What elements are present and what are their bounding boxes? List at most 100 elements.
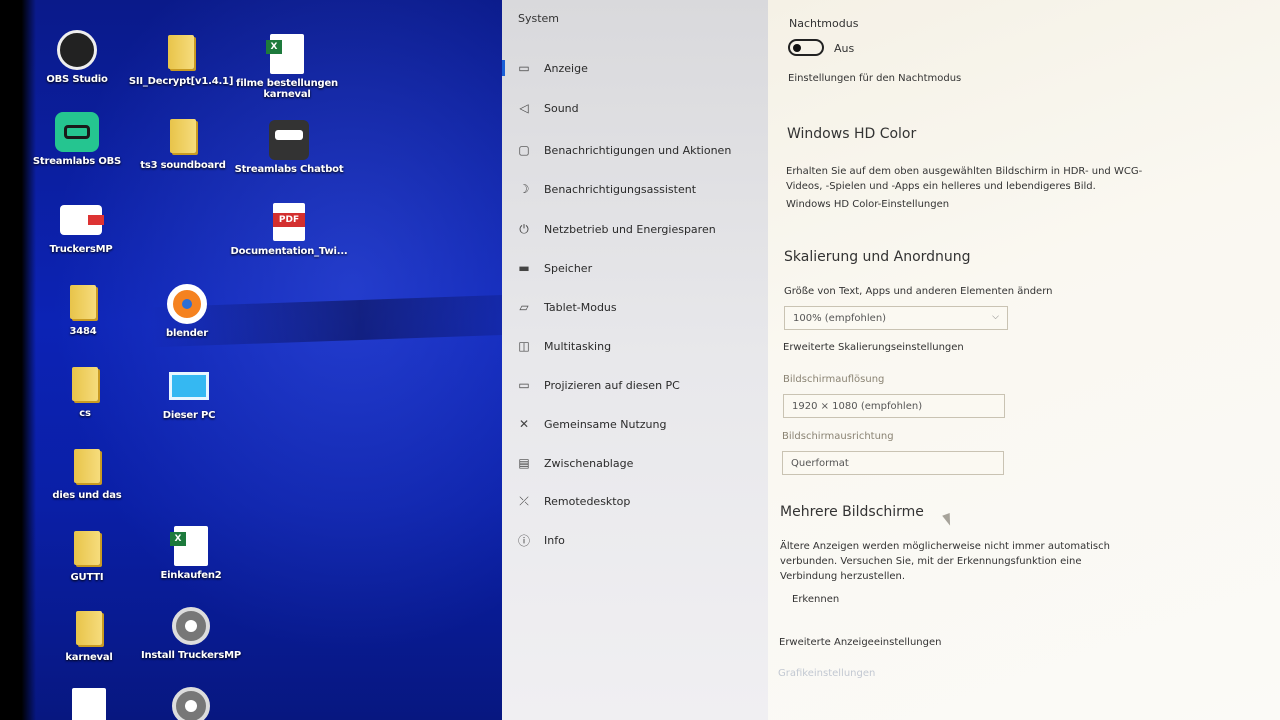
- resolution-label: Bildschirmauflösung: [783, 374, 885, 385]
- desktop-icon-filme-bestellungen[interactable]: X filme bestellungen karneval: [232, 32, 342, 100]
- scaling-dropdown[interactable]: 100% (empfohlen) ⌵: [784, 306, 1008, 330]
- nav-item-zwischenablage[interactable]: ▤ Zwischenablage: [502, 447, 768, 479]
- scaling-heading: Skalierung und Anordnung: [784, 249, 971, 265]
- orientation-dropdown[interactable]: Querformat: [782, 451, 1004, 475]
- clipboard-icon: ▤: [518, 456, 530, 470]
- nav-item-anzeige[interactable]: ▭ Anzeige: [502, 52, 768, 84]
- nav-item-netzbetrieb[interactable]: ⏻ Netzbetrieb und Energiesparen: [502, 213, 768, 245]
- file-icon: [72, 688, 106, 720]
- nav-item-benachrichtigungen[interactable]: ▢ Benachrichtigungen und Aktionen: [502, 134, 768, 166]
- nav-item-label: Benachrichtigungen und Aktionen: [544, 143, 732, 157]
- desktop-icon-karneval[interactable]: karneval: [34, 606, 144, 663]
- notification-icon: ▢: [518, 143, 530, 157]
- storage-icon: ▬: [518, 261, 530, 275]
- chevron-down-icon: ⌵: [992, 312, 999, 322]
- settings-content: Nachtmodus Aus Einstellungen für den Nac…: [768, 0, 1280, 720]
- nav-item-tablet-modus[interactable]: ▱ Tablet-Modus: [502, 291, 768, 323]
- nav-item-multitasking[interactable]: ◫ Multitasking: [502, 330, 768, 362]
- desktop-icon-label: filme bestellungen karneval: [236, 78, 338, 100]
- nav-item-label: Tablet-Modus: [544, 300, 617, 314]
- desktop-icon-blender[interactable]: blender: [132, 282, 242, 339]
- folder-icon: [76, 611, 102, 645]
- blender-icon: [167, 284, 207, 324]
- nav-item-gemeinsame-nutzung[interactable]: ✕ Gemeinsame Nutzung: [502, 408, 768, 440]
- night-mode-state: Aus: [834, 42, 855, 55]
- desktop-icon-label: SII_Decrypt[v1.4.1]: [128, 76, 234, 87]
- nav-item-remotedesktop[interactable]: ⤫ Remotedesktop: [502, 485, 768, 517]
- desktop-icon-dieser-pc[interactable]: Dieser PC: [134, 364, 244, 421]
- nav-item-label: Multitasking: [544, 339, 612, 353]
- orientation-dropdown-value: Querformat: [791, 457, 849, 469]
- hd-color-settings-link[interactable]: Windows HD Color-Einstellungen: [786, 199, 949, 210]
- tablet-icon: ▱: [519, 300, 529, 314]
- share-icon: ✕: [518, 417, 530, 431]
- nav-item-info[interactable]: ⓘ Info: [502, 524, 768, 556]
- desktop-icon-documentation[interactable]: PDF Documentation_Twi...: [230, 200, 348, 257]
- desktop-icon-ts3-soundboard[interactable]: ts3 soundboard: [128, 114, 238, 171]
- desktop-icon-label: karneval: [65, 652, 113, 663]
- nav-item-sound[interactable]: ◁ Sound: [502, 92, 768, 124]
- desktop-icon-obs-studio[interactable]: OBS Studio: [22, 28, 132, 85]
- desktop-icon-partial[interactable]: [34, 686, 144, 720]
- desktop-icon-label: dies und das: [52, 490, 122, 501]
- multi-display-heading: Mehrere Bildschirme: [780, 504, 924, 520]
- desktop-icon-sii-decrypt[interactable]: SII_Decrypt[v1.4.1]: [126, 30, 236, 87]
- monitor-icon: ▭: [518, 61, 530, 75]
- folder-icon: [72, 367, 98, 401]
- pdf-file-icon: PDF: [273, 203, 305, 241]
- desktop-icon-3484[interactable]: 3484: [28, 280, 138, 337]
- desktop-icon-label: Einkaufen2: [160, 570, 222, 581]
- desktop-icon-streamlabs-chatbot[interactable]: Streamlabs Chatbot: [234, 118, 344, 175]
- desktop-icon-install-truckersmp[interactable]: Install TruckersMP: [136, 604, 246, 661]
- excel-file-icon: X: [170, 526, 208, 566]
- nav-item-speicher[interactable]: ▬ Speicher: [502, 252, 768, 284]
- desktop-icon-label: 3484: [69, 326, 97, 337]
- desktop-icon-einkaufen2[interactable]: X Einkaufen2: [136, 524, 246, 581]
- desktop-icon-label: Streamlabs OBS: [32, 156, 122, 167]
- desktop-icon-label: Install TruckersMP: [140, 650, 242, 661]
- streamlabs-obs-icon: [55, 112, 99, 152]
- desktop-icon-cs[interactable]: cs: [30, 362, 140, 419]
- folder-icon: [74, 449, 100, 483]
- nav-item-benachrichtigungsassistent[interactable]: ☽ Benachrichtigungsassistent: [502, 173, 768, 205]
- nav-item-projizieren[interactable]: ▭ Projizieren auf diesen PC: [502, 369, 768, 401]
- nav-item-label: Netzbetrieb und Energiesparen: [544, 222, 716, 236]
- scaling-dropdown-value: 100% (empfohlen): [793, 312, 887, 324]
- night-mode-toggle[interactable]: [788, 39, 824, 56]
- night-mode-label: Nachtmodus: [789, 17, 859, 30]
- nav-item-label: Zwischenablage: [544, 456, 634, 470]
- multitasking-icon: ◫: [518, 339, 530, 353]
- detect-button[interactable]: Erkennen: [782, 590, 849, 609]
- hd-color-heading: Windows HD Color: [787, 126, 917, 142]
- desktop-icon-partial-2[interactable]: [136, 684, 246, 720]
- nav-item-label: Projizieren auf diesen PC: [544, 378, 680, 392]
- advanced-scaling-link[interactable]: Erweiterte Skalierungseinstellungen: [783, 342, 964, 353]
- desktop-icon-label: ts3 soundboard: [140, 160, 226, 171]
- desktop-icon-streamlabs-obs[interactable]: Streamlabs OBS: [22, 110, 132, 167]
- desktop-icon-label: GUTTI: [70, 572, 104, 583]
- desktop-icon-dies-und-das[interactable]: dies und das: [32, 444, 142, 501]
- desktop-icon-gutti[interactable]: GUTTI: [32, 526, 142, 583]
- remote-desktop-icon: ⤫: [519, 493, 529, 508]
- nav-item-label: Benachrichtigungsassistent: [544, 182, 697, 196]
- resolution-dropdown[interactable]: 1920 × 1080 (empfohlen): [783, 394, 1005, 418]
- desktop-icon-label: OBS Studio: [46, 74, 108, 85]
- graphics-settings-link[interactable]: Grafikeinstellungen: [778, 668, 875, 679]
- screen-bezel: [0, 0, 36, 720]
- project-icon: ▭: [518, 378, 530, 392]
- text-size-label: Größe von Text, Apps und anderen Element…: [784, 286, 1053, 297]
- desktop-icon-truckersmp[interactable]: TruckersMP: [26, 198, 136, 255]
- settings-nav: System ▭ Anzeige ◁ Sound ▢ Benachrichtig…: [502, 0, 768, 720]
- installer-icon: [172, 687, 210, 720]
- folder-icon: [170, 119, 196, 153]
- advanced-display-settings-link[interactable]: Erweiterte Anzeigeeinstellungen: [779, 637, 941, 648]
- desktop-icon-label: TruckersMP: [49, 244, 113, 255]
- nav-item-label: Speicher: [544, 261, 593, 275]
- orientation-label: Bildschirmausrichtung: [782, 431, 894, 442]
- night-mode-settings-link[interactable]: Einstellungen für den Nachtmodus: [788, 73, 961, 84]
- hd-color-description: Erhalten Sie auf dem oben ausgewählten B…: [786, 166, 1143, 192]
- folder-icon: [168, 35, 194, 69]
- desktop-icon-label: cs: [79, 408, 91, 419]
- installer-icon: [172, 607, 210, 645]
- nav-title: System: [518, 12, 560, 25]
